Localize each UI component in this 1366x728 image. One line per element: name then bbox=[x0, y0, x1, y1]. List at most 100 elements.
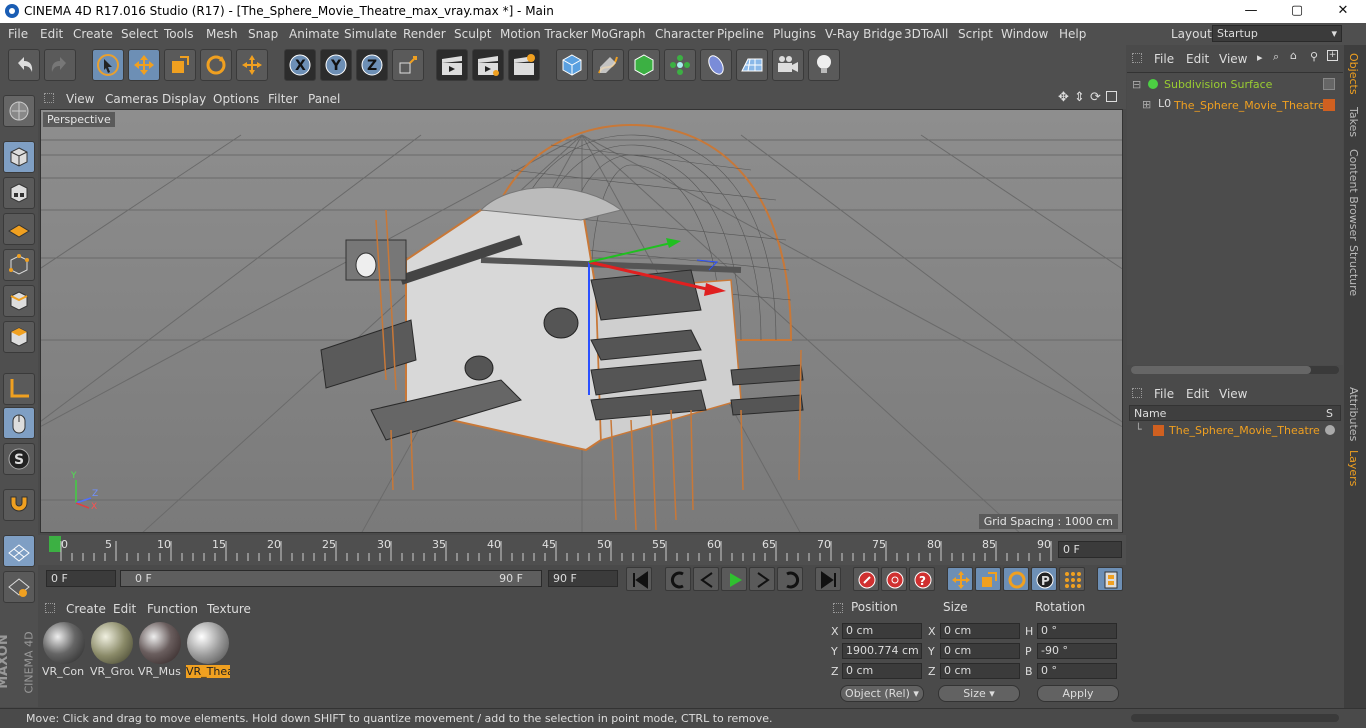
rotation-b-field[interactable]: 0 ° bbox=[1037, 663, 1117, 679]
deformer-button[interactable] bbox=[700, 49, 732, 81]
workplane-settings-button[interactable] bbox=[3, 571, 35, 603]
toggle-view-icon[interactable] bbox=[1106, 91, 1117, 102]
menu-snap[interactable]: Snap bbox=[248, 27, 278, 41]
point-level-animation-button[interactable] bbox=[1059, 567, 1085, 591]
start-frame-field[interactable]: 0 F bbox=[46, 570, 116, 587]
size-y-field[interactable]: 0 cm bbox=[940, 643, 1020, 659]
maximize-button[interactable]: ▢ bbox=[1274, 0, 1320, 23]
filter-icon[interactable]: ⚲ bbox=[1310, 50, 1318, 63]
close-button[interactable]: ✕ bbox=[1320, 0, 1366, 23]
status-scrollbar[interactable] bbox=[1131, 714, 1339, 722]
light-button[interactable] bbox=[808, 49, 840, 81]
solo-toggle[interactable] bbox=[1325, 425, 1335, 435]
viewport-menu-panel[interactable]: Panel bbox=[308, 92, 340, 106]
next-key-button[interactable] bbox=[777, 567, 803, 591]
go-to-start-button[interactable] bbox=[626, 567, 652, 591]
rotate-tool-button[interactable] bbox=[200, 49, 232, 81]
end-frame-field[interactable]: 90 F bbox=[548, 570, 618, 587]
minimize-button[interactable]: — bbox=[1228, 0, 1274, 23]
menu-mograph[interactable]: MoGraph bbox=[591, 27, 646, 41]
size-mode-select[interactable]: Size ▾ bbox=[938, 685, 1020, 702]
menu-character[interactable]: Character bbox=[655, 27, 714, 41]
object-row[interactable]: ⊞ L0 The_Sphere_Movie_Theatre bbox=[1127, 96, 1343, 113]
layout-select[interactable]: Startup ▾ bbox=[1212, 25, 1342, 42]
menu-window[interactable]: Window bbox=[1001, 27, 1048, 41]
menu-file[interactable]: File bbox=[8, 27, 28, 41]
workplane-mode-button[interactable] bbox=[3, 213, 35, 245]
horizontal-scrollbar[interactable] bbox=[1131, 366, 1339, 374]
tweak-mode-button[interactable] bbox=[3, 407, 35, 439]
coordinate-system-button[interactable] bbox=[392, 49, 424, 81]
tab-objects[interactable]: Objects bbox=[1347, 53, 1360, 95]
material-swatch[interactable]: VR_Con bbox=[42, 621, 86, 678]
menu-motion-tracker[interactable]: Motion Tracker bbox=[500, 27, 588, 41]
layers-menu-file[interactable]: File bbox=[1154, 387, 1174, 401]
frame-range-slider[interactable]: 0 F 90 F bbox=[120, 570, 542, 587]
position-z-field[interactable]: 0 cm bbox=[842, 663, 922, 679]
play-button[interactable] bbox=[721, 567, 747, 591]
menu-mesh[interactable]: Mesh bbox=[206, 27, 238, 41]
render-view-button[interactable] bbox=[436, 49, 468, 81]
perspective-viewport[interactable]: Y Z X Perspective Grid Spacing : 1000 cm bbox=[40, 109, 1123, 533]
y-axis-lock-button[interactable]: Y bbox=[320, 49, 352, 81]
rotation-h-field[interactable]: 0 ° bbox=[1037, 623, 1117, 639]
workplane-lock-button[interactable] bbox=[3, 535, 35, 567]
menu-script[interactable]: Script bbox=[958, 27, 993, 41]
material-menu-create[interactable]: Create bbox=[66, 602, 106, 616]
texture-mode-button[interactable] bbox=[3, 177, 35, 209]
cube-object-button[interactable] bbox=[556, 49, 588, 81]
coordinate-mode-select[interactable]: Object (Rel) ▾ bbox=[840, 685, 924, 702]
menu-pipeline[interactable]: Pipeline bbox=[717, 27, 764, 41]
layers-menu-edit[interactable]: Edit bbox=[1186, 387, 1209, 401]
tab-content-browser[interactable]: Content Browser bbox=[1347, 149, 1360, 241]
menu-sculpt[interactable]: Sculpt bbox=[454, 27, 491, 41]
material-swatch[interactable]: VR_Grou bbox=[90, 621, 134, 678]
arrow-right-icon[interactable]: ▸ bbox=[1257, 51, 1263, 64]
live-selection-button[interactable] bbox=[92, 49, 124, 81]
current-frame-field[interactable]: 0 F bbox=[1058, 541, 1122, 558]
visibility-toggle[interactable] bbox=[1323, 78, 1335, 90]
scale-tool-button[interactable] bbox=[164, 49, 196, 81]
previous-key-button[interactable] bbox=[665, 567, 691, 591]
array-button[interactable] bbox=[664, 49, 696, 81]
menu-simulate[interactable]: Simulate bbox=[344, 27, 397, 41]
position-key-button[interactable] bbox=[947, 567, 973, 591]
layer-color-swatch[interactable] bbox=[1323, 99, 1335, 111]
tab-attributes[interactable]: Attributes bbox=[1347, 387, 1360, 441]
solo-button[interactable]: S bbox=[3, 443, 35, 475]
apply-button[interactable]: Apply bbox=[1037, 685, 1119, 702]
tab-layers[interactable]: Layers bbox=[1347, 450, 1360, 486]
autokeying-button[interactable] bbox=[881, 567, 907, 591]
enable-axis-button[interactable] bbox=[3, 373, 35, 405]
expand-icon[interactable]: ⊞ bbox=[1142, 98, 1151, 111]
size-z-field[interactable]: 0 cm bbox=[940, 663, 1020, 679]
material-swatch-selected[interactable]: VR_Thea bbox=[186, 621, 230, 678]
rotation-key-button[interactable] bbox=[1003, 567, 1029, 591]
rotation-p-field[interactable]: -90 ° bbox=[1037, 643, 1117, 659]
redo-button[interactable] bbox=[44, 49, 76, 81]
material-menu-texture[interactable]: Texture bbox=[207, 602, 251, 616]
pan-view-icon[interactable]: ✥ bbox=[1058, 90, 1069, 105]
polygons-mode-button[interactable] bbox=[3, 321, 35, 353]
render-to-picture-viewer-button[interactable] bbox=[472, 49, 504, 81]
menu-vray-bridge[interactable]: V-Ray Bridge bbox=[825, 27, 902, 41]
render-settings-button[interactable] bbox=[508, 49, 540, 81]
material-swatch[interactable]: VR_Mus bbox=[138, 621, 182, 678]
home-icon[interactable]: ⌂ bbox=[1290, 49, 1297, 62]
collapse-icon[interactable]: ⊟ bbox=[1132, 78, 1141, 91]
previous-frame-button[interactable] bbox=[693, 567, 719, 591]
snapping-button[interactable] bbox=[3, 489, 35, 521]
position-x-field[interactable]: 0 cm bbox=[842, 623, 922, 639]
undo-button[interactable] bbox=[8, 49, 40, 81]
rotate-view-icon[interactable]: ⟳ bbox=[1090, 90, 1101, 105]
menu-plugins[interactable]: Plugins bbox=[773, 27, 816, 41]
viewport-menu-filter[interactable]: Filter bbox=[268, 92, 298, 106]
timeline-window-button[interactable] bbox=[1097, 567, 1123, 591]
menu-render[interactable]: Render bbox=[403, 27, 446, 41]
edges-mode-button[interactable] bbox=[3, 285, 35, 317]
keyframe-selection-button[interactable]: ? bbox=[909, 567, 935, 591]
viewport-menu-view[interactable]: View bbox=[66, 92, 94, 106]
subdivision-surface-button[interactable] bbox=[628, 49, 660, 81]
menu-select[interactable]: Select bbox=[121, 27, 158, 41]
make-editable-button[interactable] bbox=[3, 95, 35, 127]
